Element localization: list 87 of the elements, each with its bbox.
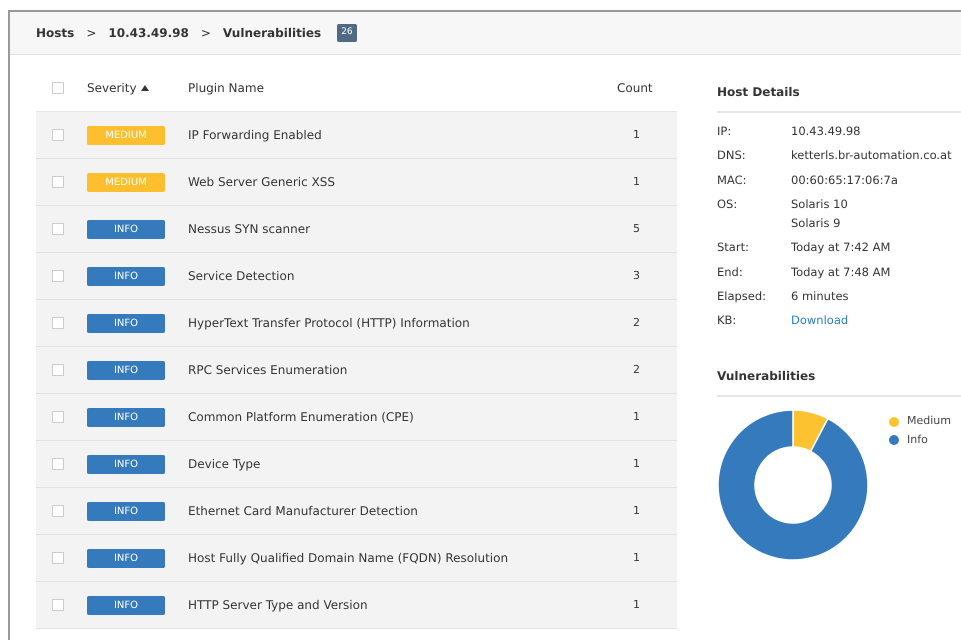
plugin-name: Nessus SYN scanner (188, 221, 312, 238)
severity-badge: INFO (87, 596, 165, 615)
table-row[interactable]: INFO Device Type 1 (36, 441, 677, 488)
severity-badge: INFO (87, 455, 165, 474)
severity-badge: INFO (87, 220, 165, 239)
checkbox[interactable] (52, 552, 64, 564)
checkbox[interactable] (52, 599, 64, 611)
detail-label: DNS: (717, 147, 747, 164)
detail-value: 00:60:65:17:06:7a (791, 172, 898, 188)
table-row[interactable]: INFO Host Fully Qualified Domain Name (FQDN) Resolution 1 (36, 535, 677, 582)
count: 1 (633, 596, 641, 613)
column-header[interactable]: Count (617, 79, 677, 97)
table-row[interactable]: INFO HyperText Transfer Protocol (HTTP) Information 2 (36, 300, 677, 347)
severity-badge: INFO (87, 408, 165, 427)
plugin-name: HTTP Server Type and Version (188, 597, 369, 614)
checkbox[interactable] (52, 458, 64, 470)
detail-label: MAC: (717, 172, 748, 188)
checkbox[interactable] (52, 364, 64, 376)
table-row[interactable]: MEDIUM Web Server Generic XSS 1 (36, 159, 677, 206)
table-row[interactable]: INFO Service Detection 3 (36, 253, 677, 300)
table-row[interactable]: MEDIUM IP Forwarding Enabled 1 (36, 112, 677, 159)
column-header[interactable]: Plugin Name (188, 79, 617, 97)
checkbox[interactable] (52, 129, 64, 141)
count: 2 (633, 314, 641, 331)
plugin-name: Web Server Generic XSS (188, 174, 336, 191)
severity-badge: INFO (87, 361, 165, 380)
checkbox[interactable] (52, 411, 64, 423)
detail-value: 6 minutes (791, 288, 849, 305)
severity-badge: INFO (87, 314, 165, 333)
count: 1 (633, 502, 641, 519)
detail-label: KB: (717, 312, 738, 329)
breadcrumb-link[interactable]: Hosts (36, 24, 74, 42)
table-row[interactable]: INFO Common Platform Enumeration (CPE) 1 (36, 394, 677, 441)
detail-value: Today at 7:48 AM (791, 264, 890, 280)
plugin-name: Device Type (188, 456, 262, 473)
severity-badge: INFO (87, 502, 165, 521)
count: 1 (633, 126, 641, 143)
legend-label: Info (907, 432, 928, 448)
detail-value: Solaris 9 (791, 215, 842, 232)
checkbox[interactable] (52, 505, 64, 517)
count-badge: 26 (337, 24, 357, 42)
detail-label: OS: (717, 196, 738, 213)
plugin-name: Service Detection (188, 268, 296, 285)
section-title: Host Details (717, 83, 961, 113)
detail-value: ketterls.br-automation.co.at (791, 147, 952, 164)
severity-badge: INFO (87, 549, 165, 568)
plugin-name: HyperText Transfer Protocol (HTTP) Information (188, 315, 471, 332)
severity-badge: INFO (87, 267, 165, 286)
count: 1 (633, 408, 641, 425)
checkbox[interactable] (52, 317, 64, 329)
plugin-name: RPC Services Enumeration (188, 362, 348, 379)
count: 2 (633, 362, 641, 378)
detail-value: Solaris 10 (791, 196, 848, 213)
table-row[interactable]: INFO RPC Services Enumeration 2 (36, 347, 677, 394)
count: 1 (633, 174, 641, 190)
legend-label: Medium (907, 413, 951, 430)
download-link[interactable]: Download (791, 312, 848, 330)
checkbox[interactable] (52, 223, 64, 235)
detail-value: Today at 7:42 AM (791, 239, 890, 256)
checkbox[interactable] (52, 176, 64, 188)
breadcrumb-link[interactable]: Vulnerabilities (222, 24, 322, 42)
detail-value: 10.43.49.98 (791, 123, 860, 140)
count: 1 (633, 456, 641, 472)
sort-up-icon (140, 85, 149, 91)
breadcrumb-link[interactable]: 10.43.49.98 (108, 24, 189, 42)
severity-badge: MEDIUM (87, 173, 165, 192)
plugin-name: Host Fully Qualified Domain Name (FQDN) Resolution (188, 550, 510, 567)
checkbox[interactable] (52, 82, 64, 94)
plugin-name: IP Forwarding Enabled (188, 127, 323, 144)
count: 5 (633, 220, 641, 237)
section-title: Vulnerabilities (717, 367, 961, 398)
breadcrumb-separator: > (200, 25, 211, 42)
count: 1 (633, 550, 641, 566)
detail-label: Elapsed: (717, 288, 768, 305)
column-header[interactable]: Severity (87, 79, 188, 97)
table-row[interactable]: INFO Nessus SYN scanner 5 (36, 206, 677, 253)
checkbox[interactable] (52, 270, 64, 282)
table-row[interactable]: INFO Ethernet Card Manufacturer Detection 1 (36, 488, 677, 535)
detail-label: Start: (717, 239, 750, 256)
table-row[interactable]: INFO HTTP Server Type and Version 1 (36, 582, 677, 629)
count: 3 (633, 268, 641, 284)
detail-label: End: (717, 264, 744, 280)
detail-label: IP: (717, 123, 732, 140)
severity-badge: MEDIUM (87, 126, 165, 145)
breadcrumb-separator: > (86, 25, 96, 42)
plugin-name: Ethernet Card Manufacturer Detection (188, 503, 419, 520)
plugin-name: Common Platform Enumeration (CPE) (188, 409, 415, 426)
